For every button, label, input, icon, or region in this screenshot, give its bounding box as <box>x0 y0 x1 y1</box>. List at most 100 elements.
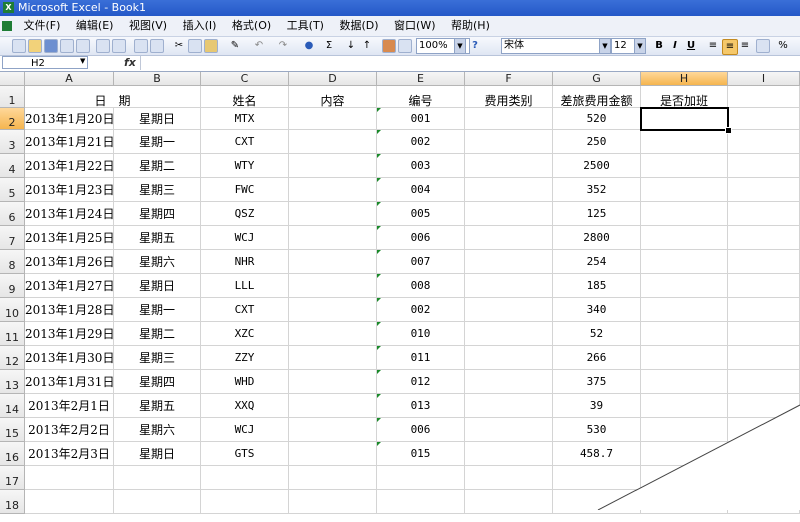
cell-name[interactable]: NHR <box>201 250 289 274</box>
cell-content[interactable] <box>289 178 377 202</box>
cell-amount[interactable]: 39 <box>553 394 641 418</box>
cell-i1[interactable] <box>728 86 800 108</box>
cell-empty[interactable] <box>728 346 800 370</box>
cell-empty[interactable] <box>289 490 377 514</box>
menu-data[interactable]: 数据(D) <box>333 16 384 36</box>
cell-overtime[interactable] <box>641 442 728 466</box>
research-icon[interactable] <box>150 39 164 53</box>
column-header-d[interactable]: D <box>289 72 377 86</box>
menu-window[interactable]: 窗口(W) <box>388 16 441 36</box>
cell-weekday[interactable]: 星期四 <box>114 370 201 394</box>
cell-category[interactable] <box>465 442 553 466</box>
cell-date[interactable]: 2013年1月29日 <box>25 322 114 346</box>
cell-name[interactable]: ZZY <box>201 346 289 370</box>
row-header-5[interactable]: 5 <box>0 178 25 202</box>
cell-empty[interactable] <box>728 418 800 442</box>
column-header-i[interactable]: I <box>728 72 800 86</box>
cell-content[interactable] <box>289 226 377 250</box>
fx-icon[interactable]: fx <box>124 56 136 69</box>
undo-icon[interactable]: ↶ <box>252 39 266 53</box>
header-cell-date[interactable]: 日 期 <box>25 86 201 108</box>
cell-overtime[interactable] <box>641 322 728 346</box>
column-header-a[interactable]: A <box>25 72 114 86</box>
fill-handle[interactable] <box>725 127 732 134</box>
cell-name[interactable]: WCJ <box>201 226 289 250</box>
cell-weekday[interactable]: 星期一 <box>114 130 201 154</box>
cell-empty[interactable] <box>553 490 641 514</box>
cell-content[interactable] <box>289 370 377 394</box>
open-icon[interactable] <box>28 39 42 53</box>
cell-code[interactable]: 015 <box>377 442 465 466</box>
row-header-11[interactable]: 11 <box>0 322 25 346</box>
cell-content[interactable] <box>289 322 377 346</box>
print-preview-icon[interactable] <box>112 39 126 53</box>
formula-input[interactable] <box>140 56 800 70</box>
row-header-18[interactable]: 18 <box>0 490 25 514</box>
cell-code[interactable]: 003 <box>377 154 465 178</box>
cell-weekday[interactable]: 星期六 <box>114 418 201 442</box>
hyperlink-icon[interactable]: ● <box>302 39 316 53</box>
cell-overtime[interactable] <box>641 274 728 298</box>
cell-weekday[interactable]: 星期三 <box>114 346 201 370</box>
chart-wizard-icon[interactable] <box>382 39 396 53</box>
cell-empty[interactable] <box>728 108 800 130</box>
cell-overtime[interactable] <box>641 250 728 274</box>
cell-content[interactable] <box>289 418 377 442</box>
cell-date[interactable]: 2013年1月20日 <box>25 108 114 130</box>
cell-date[interactable]: 2013年2月1日 <box>25 394 114 418</box>
underline-button[interactable]: U <box>684 39 698 53</box>
cell-code[interactable]: 004 <box>377 178 465 202</box>
cell-empty[interactable] <box>465 490 553 514</box>
row-header-9[interactable]: 9 <box>0 274 25 298</box>
cell-empty[interactable] <box>289 466 377 490</box>
cell-overtime[interactable] <box>641 346 728 370</box>
cell-empty[interactable] <box>25 490 114 514</box>
cell-category[interactable] <box>465 346 553 370</box>
cell-code[interactable]: 005 <box>377 202 465 226</box>
cell-empty[interactable] <box>25 466 114 490</box>
cell-name[interactable]: XZC <box>201 322 289 346</box>
cell-amount[interactable]: 2800 <box>553 226 641 250</box>
format-painter-icon[interactable]: ✎ <box>228 39 242 53</box>
cell-name[interactable]: CXT <box>201 130 289 154</box>
cell-date[interactable]: 2013年1月26日 <box>25 250 114 274</box>
cell-amount[interactable]: 2500 <box>553 154 641 178</box>
cell-weekday[interactable]: 星期一 <box>114 298 201 322</box>
align-center-icon[interactable]: ≡ <box>722 39 738 55</box>
header-cell-code[interactable]: 编号 <box>377 86 465 108</box>
cell-category[interactable] <box>465 394 553 418</box>
cell-category[interactable] <box>465 370 553 394</box>
cell-category[interactable] <box>465 154 553 178</box>
cell-overtime[interactable] <box>641 154 728 178</box>
cell-weekday[interactable]: 星期四 <box>114 202 201 226</box>
cell-content[interactable] <box>289 274 377 298</box>
cell-amount[interactable]: 530 <box>553 418 641 442</box>
zoom-dropdown-icon[interactable]: ▼ <box>454 38 466 54</box>
row-header-12[interactable]: 12 <box>0 346 25 370</box>
italic-button[interactable]: I <box>668 39 682 53</box>
percent-icon[interactable]: % <box>776 39 790 53</box>
cell-empty[interactable] <box>114 466 201 490</box>
cell-code[interactable]: 002 <box>377 298 465 322</box>
cell-empty[interactable] <box>553 466 641 490</box>
cell-content[interactable] <box>289 394 377 418</box>
cell-name[interactable]: WCJ <box>201 418 289 442</box>
active-cell-selection[interactable] <box>640 107 729 131</box>
save-icon[interactable] <box>44 39 58 53</box>
column-header-g[interactable]: G <box>553 72 641 86</box>
row-header-1[interactable]: 1 <box>0 86 25 108</box>
cell-empty[interactable] <box>728 250 800 274</box>
cell-empty[interactable] <box>728 394 800 418</box>
cell-empty[interactable] <box>728 370 800 394</box>
cell-date[interactable]: 2013年1月24日 <box>25 202 114 226</box>
cell-empty[interactable] <box>728 274 800 298</box>
bold-button[interactable]: B <box>652 39 666 53</box>
cell-empty[interactable] <box>728 178 800 202</box>
cell-overtime[interactable] <box>641 298 728 322</box>
menu-tools[interactable]: 工具(T) <box>281 16 330 36</box>
cell-content[interactable] <box>289 250 377 274</box>
cell-content[interactable] <box>289 130 377 154</box>
cell-date[interactable]: 2013年1月27日 <box>25 274 114 298</box>
menu-insert[interactable]: 插入(I) <box>177 16 223 36</box>
cell-empty[interactable] <box>728 298 800 322</box>
